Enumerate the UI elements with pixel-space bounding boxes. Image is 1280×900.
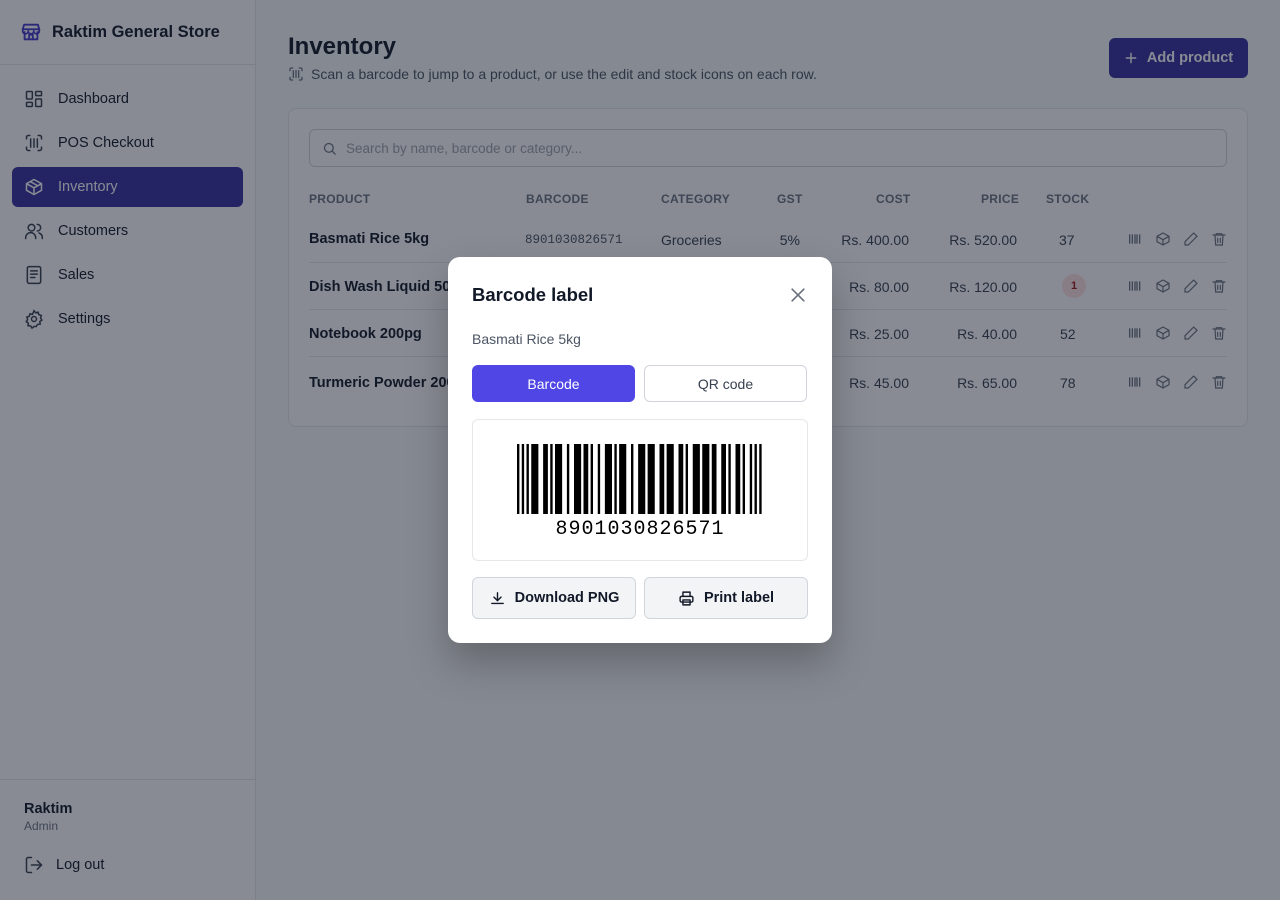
barcode-bar [526,444,529,514]
print-label-button[interactable]: Print label [644,577,808,619]
modal-product-name: Basmati Rice 5kg [472,331,581,347]
barcode-bar [659,444,665,514]
barcode-image [517,444,762,514]
barcode-bar [638,444,646,514]
printer-icon [679,590,694,606]
barcode-bar [742,444,746,514]
barcode-bar [647,444,655,514]
barcode-bar [597,444,601,514]
barcode-bar [574,444,582,514]
barcode-bar [692,444,700,514]
close-icon[interactable] [788,285,808,305]
barcode-bar [721,444,726,514]
barcode-bar [566,444,570,514]
barcode-bar [619,444,627,514]
barcode-label-modal: Barcode label Basmati Rice 5kg Barcode Q… [448,257,832,643]
modal-title: Barcode label [472,284,594,305]
barcode-bar [543,444,548,514]
barcode-bar [531,444,539,514]
tab-barcode[interactable]: Barcode [472,365,635,402]
barcode-bar [728,444,731,514]
barcode-bar [759,444,762,514]
barcode-bar [631,444,634,514]
download-png-button[interactable]: Download PNG [472,577,636,619]
barcode-bar [614,444,617,514]
barcode-bar [521,444,525,514]
barcode-preview: 8901030826571 [472,419,808,561]
barcode-bar [666,444,674,514]
barcode-bar [711,444,717,514]
barcode-bar [735,444,741,514]
barcode-bar [754,444,757,514]
print-label-label: Print label [703,590,775,606]
barcode-bar [517,444,520,514]
barcode-bar [702,444,710,514]
download-icon [490,591,504,604]
barcode-bar [685,444,689,514]
barcode-bar [555,444,563,514]
barcode-bar [749,444,753,514]
barcode-bar [583,444,589,514]
barcode-number: 8901030826571 [555,518,725,541]
barcode-bar [678,444,684,514]
barcode-bar [590,444,594,514]
download-png-label: Download PNG [514,590,620,606]
barcode-bar [604,444,613,514]
tab-qr-code[interactable]: QR code [644,365,807,402]
barcode-bar [550,444,553,514]
